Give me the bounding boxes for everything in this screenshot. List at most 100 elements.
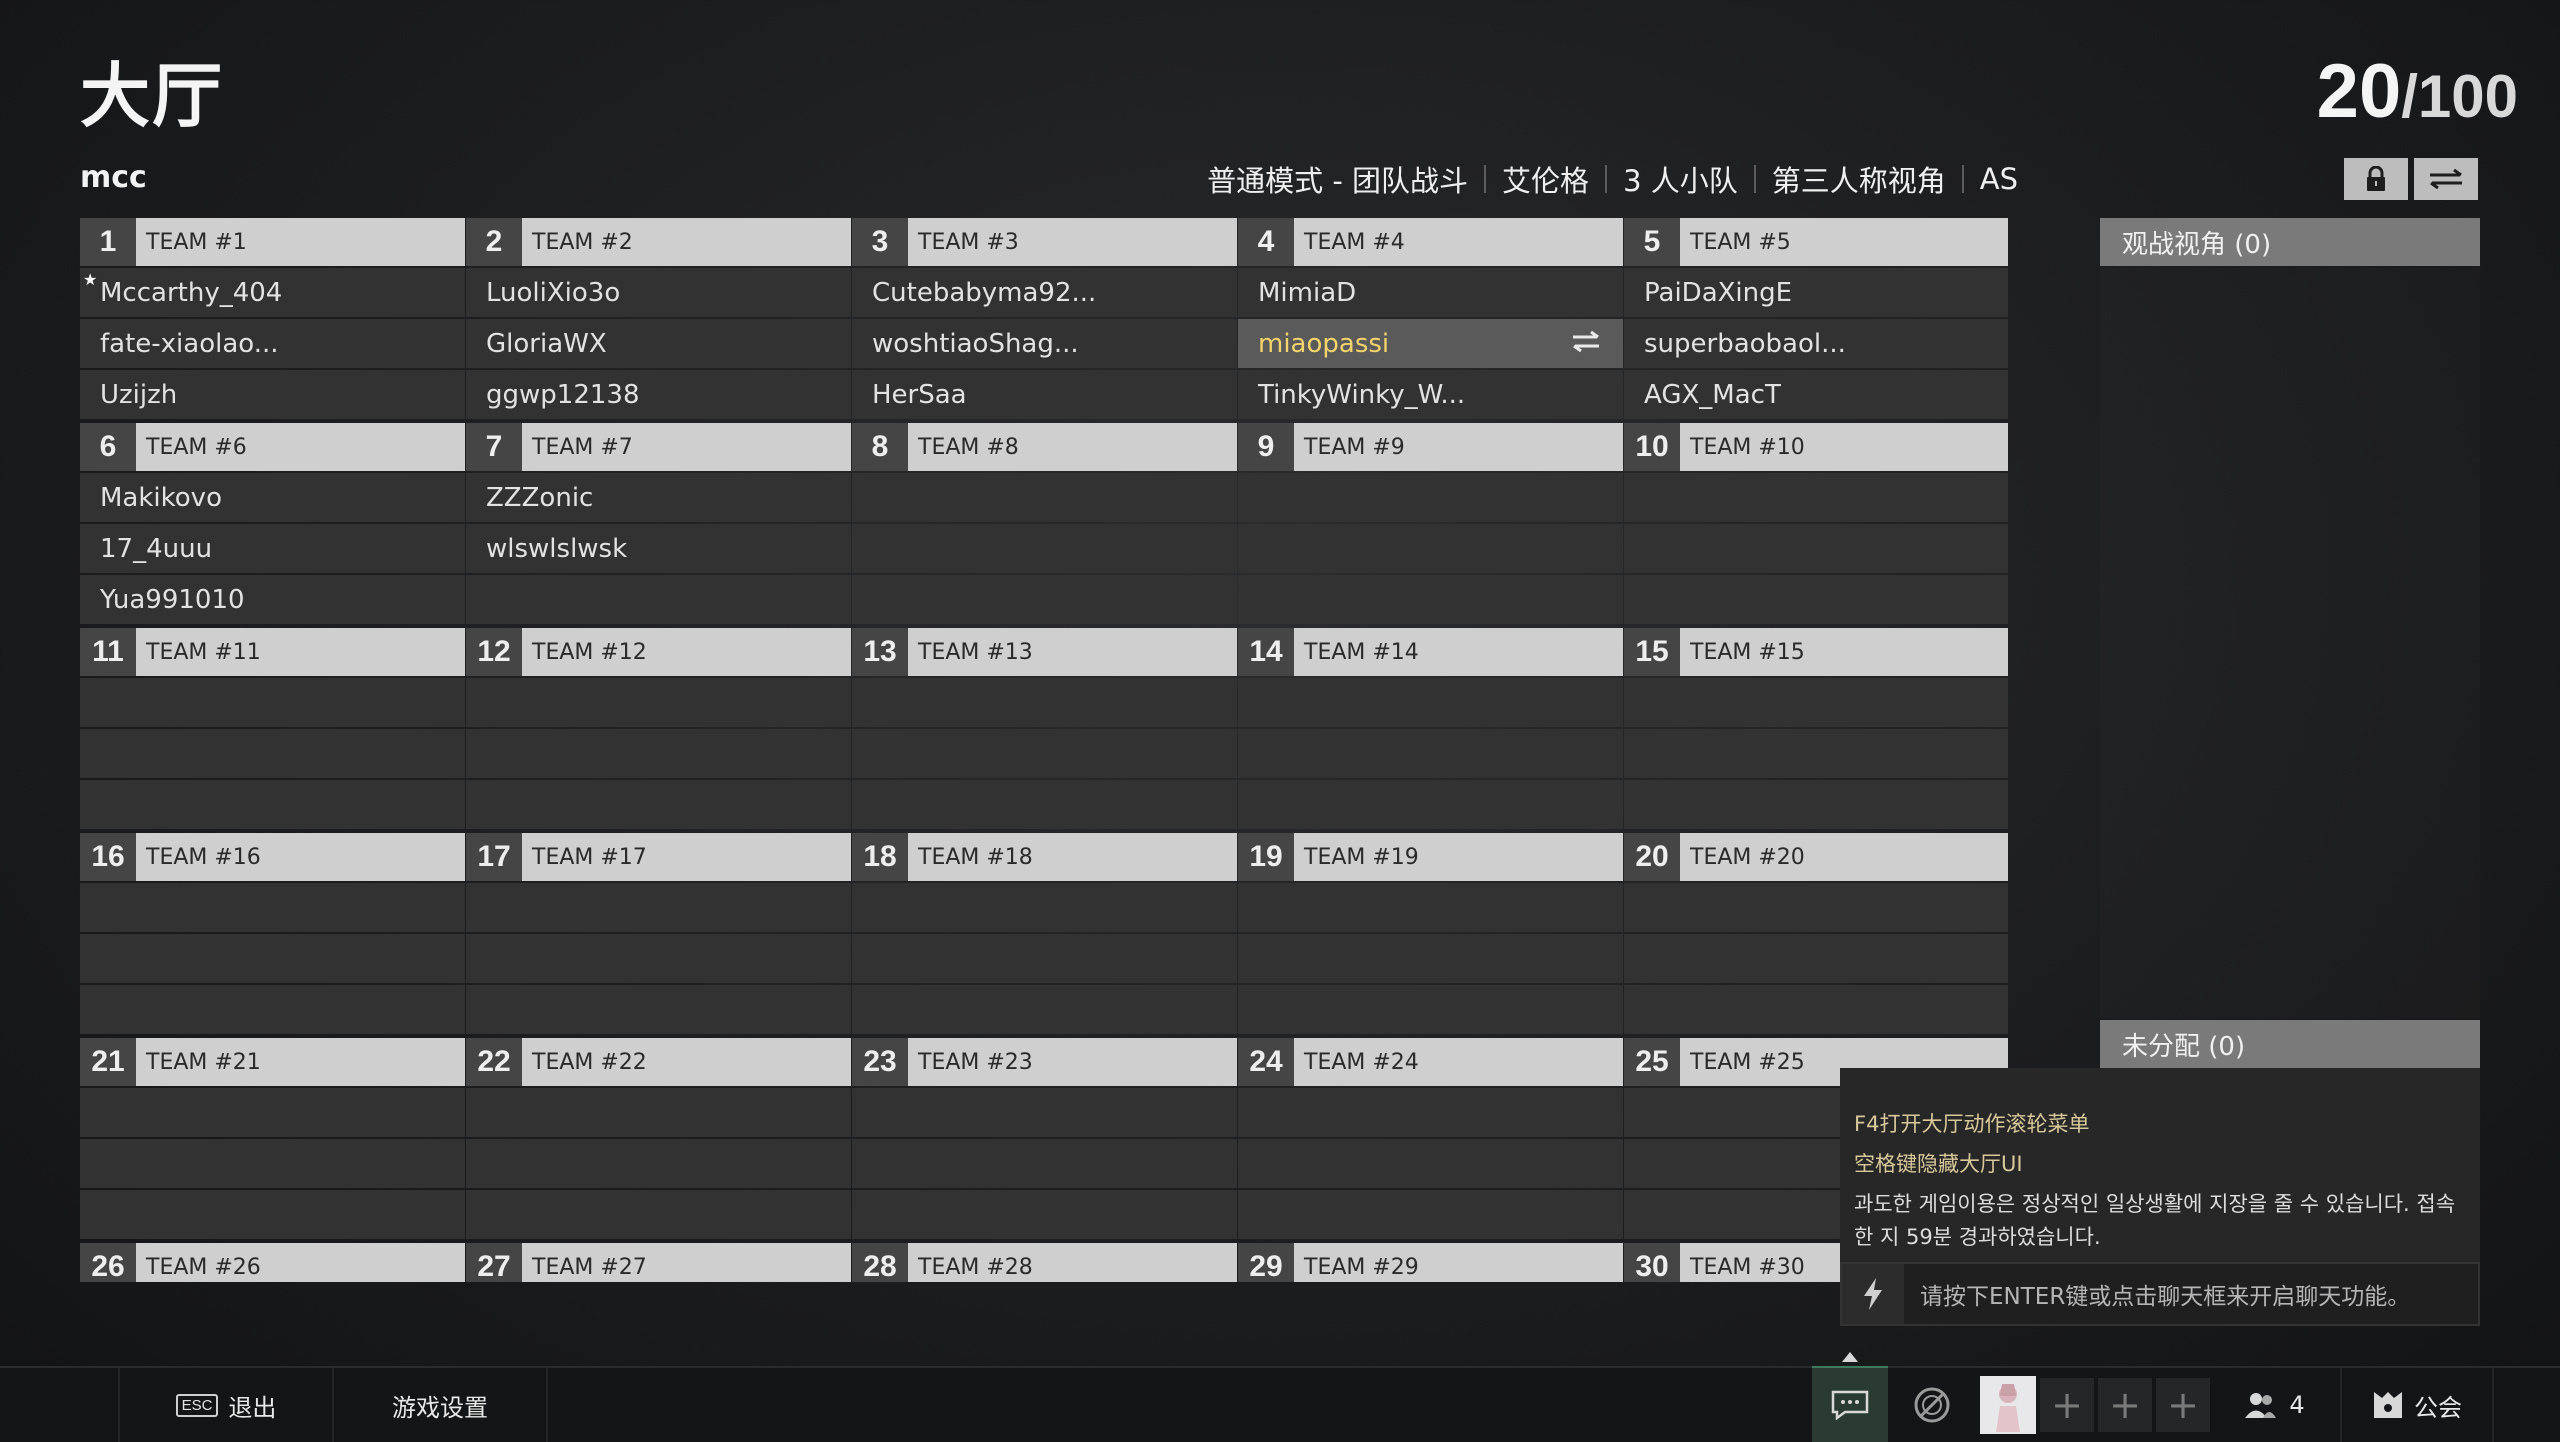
team-header[interactable]: 28 TEAM #28 (852, 1243, 1237, 1282)
exit-button[interactable]: ESC 退出 (118, 1368, 334, 1442)
player-slot[interactable]: woshtiaoShag... (852, 319, 1237, 368)
team-header[interactable]: 13 TEAM #13 (852, 628, 1237, 676)
player-slot[interactable] (852, 883, 1237, 932)
player-slot[interactable] (852, 985, 1237, 1034)
team-header[interactable]: 11 TEAM #11 (80, 628, 465, 676)
player-slot[interactable]: MimiaD (1238, 268, 1623, 317)
team-header[interactable]: 6 TEAM #6 (80, 423, 465, 471)
game-settings-button[interactable]: 游戏设置 (332, 1368, 548, 1442)
player-slot[interactable]: Yua991010 (80, 575, 465, 624)
team-header[interactable]: 14 TEAM #14 (1238, 628, 1623, 676)
player-slot[interactable] (466, 1190, 851, 1239)
player-slot[interactable] (1238, 1088, 1623, 1137)
player-slot[interactable]: GloriaWX (466, 319, 851, 368)
player-slot[interactable]: ZZZonic (466, 473, 851, 522)
player-slot[interactable] (466, 883, 851, 932)
player-slot[interactable] (1624, 473, 2008, 522)
player-slot[interactable] (80, 883, 465, 932)
player-slot[interactable] (80, 1139, 465, 1188)
player-slot[interactable] (1238, 575, 1623, 624)
player-slot[interactable]: fate-xiaolao... (80, 319, 465, 368)
invite-slot-3[interactable]: + (2156, 1378, 2210, 1432)
player-slot[interactable] (466, 780, 851, 829)
player-slot[interactable] (1624, 883, 2008, 932)
player-slot[interactable] (1238, 985, 1623, 1034)
player-slot[interactable] (1624, 678, 2008, 727)
player-slot[interactable] (1624, 985, 2008, 1034)
player-slot[interactable] (852, 524, 1237, 573)
team-header[interactable]: 9 TEAM #9 (1238, 423, 1623, 471)
team-header[interactable]: 23 TEAM #23 (852, 1038, 1237, 1086)
team-header[interactable]: 7 TEAM #7 (466, 423, 851, 471)
team-header[interactable]: 19 TEAM #19 (1238, 833, 1623, 881)
player-slot[interactable]: superbaobaol... (1624, 319, 2008, 368)
player-slot[interactable]: Uzijzh (80, 370, 465, 419)
friends-button[interactable]: 4 (2220, 1368, 2328, 1442)
team-header[interactable]: 3 TEAM #3 (852, 218, 1237, 266)
team-header[interactable]: 5 TEAM #5 (1624, 218, 2008, 266)
team-header[interactable]: 24 TEAM #24 (1238, 1038, 1623, 1086)
player-slot[interactable] (1238, 678, 1623, 727)
player-slot[interactable] (1624, 729, 2008, 778)
player-slot[interactable] (852, 729, 1237, 778)
player-slot[interactable] (80, 985, 465, 1034)
lightning-icon[interactable] (1842, 1264, 1904, 1324)
player-slot[interactable] (466, 1088, 851, 1137)
player-slot[interactable] (466, 985, 851, 1034)
team-header[interactable]: 12 TEAM #12 (466, 628, 851, 676)
player-slot[interactable]: AGX_MacT (1624, 370, 2008, 419)
unassigned-header[interactable]: 未分配 (0) (2100, 1020, 2480, 1068)
player-slot[interactable]: wlswlslwsk (466, 524, 851, 573)
player-slot[interactable] (80, 1190, 465, 1239)
swap-teams-button[interactable] (2414, 158, 2478, 200)
invite-slot-2[interactable]: + (2098, 1378, 2152, 1432)
chat-expand-arrow-icon[interactable] (1842, 1352, 1858, 1362)
guild-button[interactable]: 公会 (2340, 1368, 2494, 1442)
player-slot[interactable]: Makikovo (80, 473, 465, 522)
invite-slot-1[interactable]: + (2040, 1378, 2094, 1432)
player-slot[interactable]: ★ Mccarthy_404 (80, 268, 465, 317)
player-slot[interactable] (80, 1088, 465, 1137)
player-slot[interactable]: ggwp12138 (466, 370, 851, 419)
player-slot[interactable] (852, 1139, 1237, 1188)
team-header[interactable]: 17 TEAM #17 (466, 833, 851, 881)
player-slot[interactable] (1624, 780, 2008, 829)
chat-toggle-button[interactable] (1812, 1366, 1888, 1442)
team-header[interactable]: 15 TEAM #15 (1624, 628, 2008, 676)
player-avatar[interactable] (1980, 1376, 2036, 1434)
team-header[interactable]: 4 TEAM #4 (1238, 218, 1623, 266)
player-slot[interactable] (852, 678, 1237, 727)
player-slot[interactable] (852, 780, 1237, 829)
player-slot[interactable]: LuoliXio3o (466, 268, 851, 317)
player-slot[interactable] (852, 934, 1237, 983)
team-header[interactable]: 22 TEAM #22 (466, 1038, 851, 1086)
player-slot[interactable] (1238, 1139, 1623, 1188)
player-slot[interactable] (1238, 934, 1623, 983)
player-slot[interactable] (1238, 729, 1623, 778)
player-slot[interactable] (1238, 780, 1623, 829)
player-slot[interactable] (1624, 575, 2008, 624)
player-slot[interactable]: Cutebabyma92... (852, 268, 1237, 317)
player-slot[interactable] (80, 678, 465, 727)
player-slot[interactable] (852, 1190, 1237, 1239)
lock-button[interactable] (2344, 158, 2408, 200)
player-slot[interactable] (852, 575, 1237, 624)
player-slot[interactable] (466, 934, 851, 983)
team-header[interactable]: 2 TEAM #2 (466, 218, 851, 266)
player-slot[interactable] (1238, 524, 1623, 573)
player-slot[interactable] (466, 678, 851, 727)
player-slot[interactable] (466, 729, 851, 778)
team-header[interactable]: 20 TEAM #20 (1624, 833, 2008, 881)
player-slot[interactable]: 17_4uuu (80, 524, 465, 573)
emblem-button[interactable] (1898, 1368, 1966, 1442)
player-slot[interactable]: PaiDaXingE (1624, 268, 2008, 317)
swap-position-icon[interactable] (1571, 329, 1601, 355)
chat-input-bar[interactable]: 请按下ENTER键或点击聊天框来开启聊天功能。 (1840, 1262, 2480, 1326)
player-slot[interactable] (1238, 473, 1623, 522)
player-slot[interactable] (1238, 1190, 1623, 1239)
team-header[interactable]: 8 TEAM #8 (852, 423, 1237, 471)
team-header[interactable]: 21 TEAM #21 (80, 1038, 465, 1086)
team-header[interactable]: 10 TEAM #10 (1624, 423, 2008, 471)
team-header[interactable]: 1 TEAM #1 (80, 218, 465, 266)
player-slot[interactable] (80, 729, 465, 778)
